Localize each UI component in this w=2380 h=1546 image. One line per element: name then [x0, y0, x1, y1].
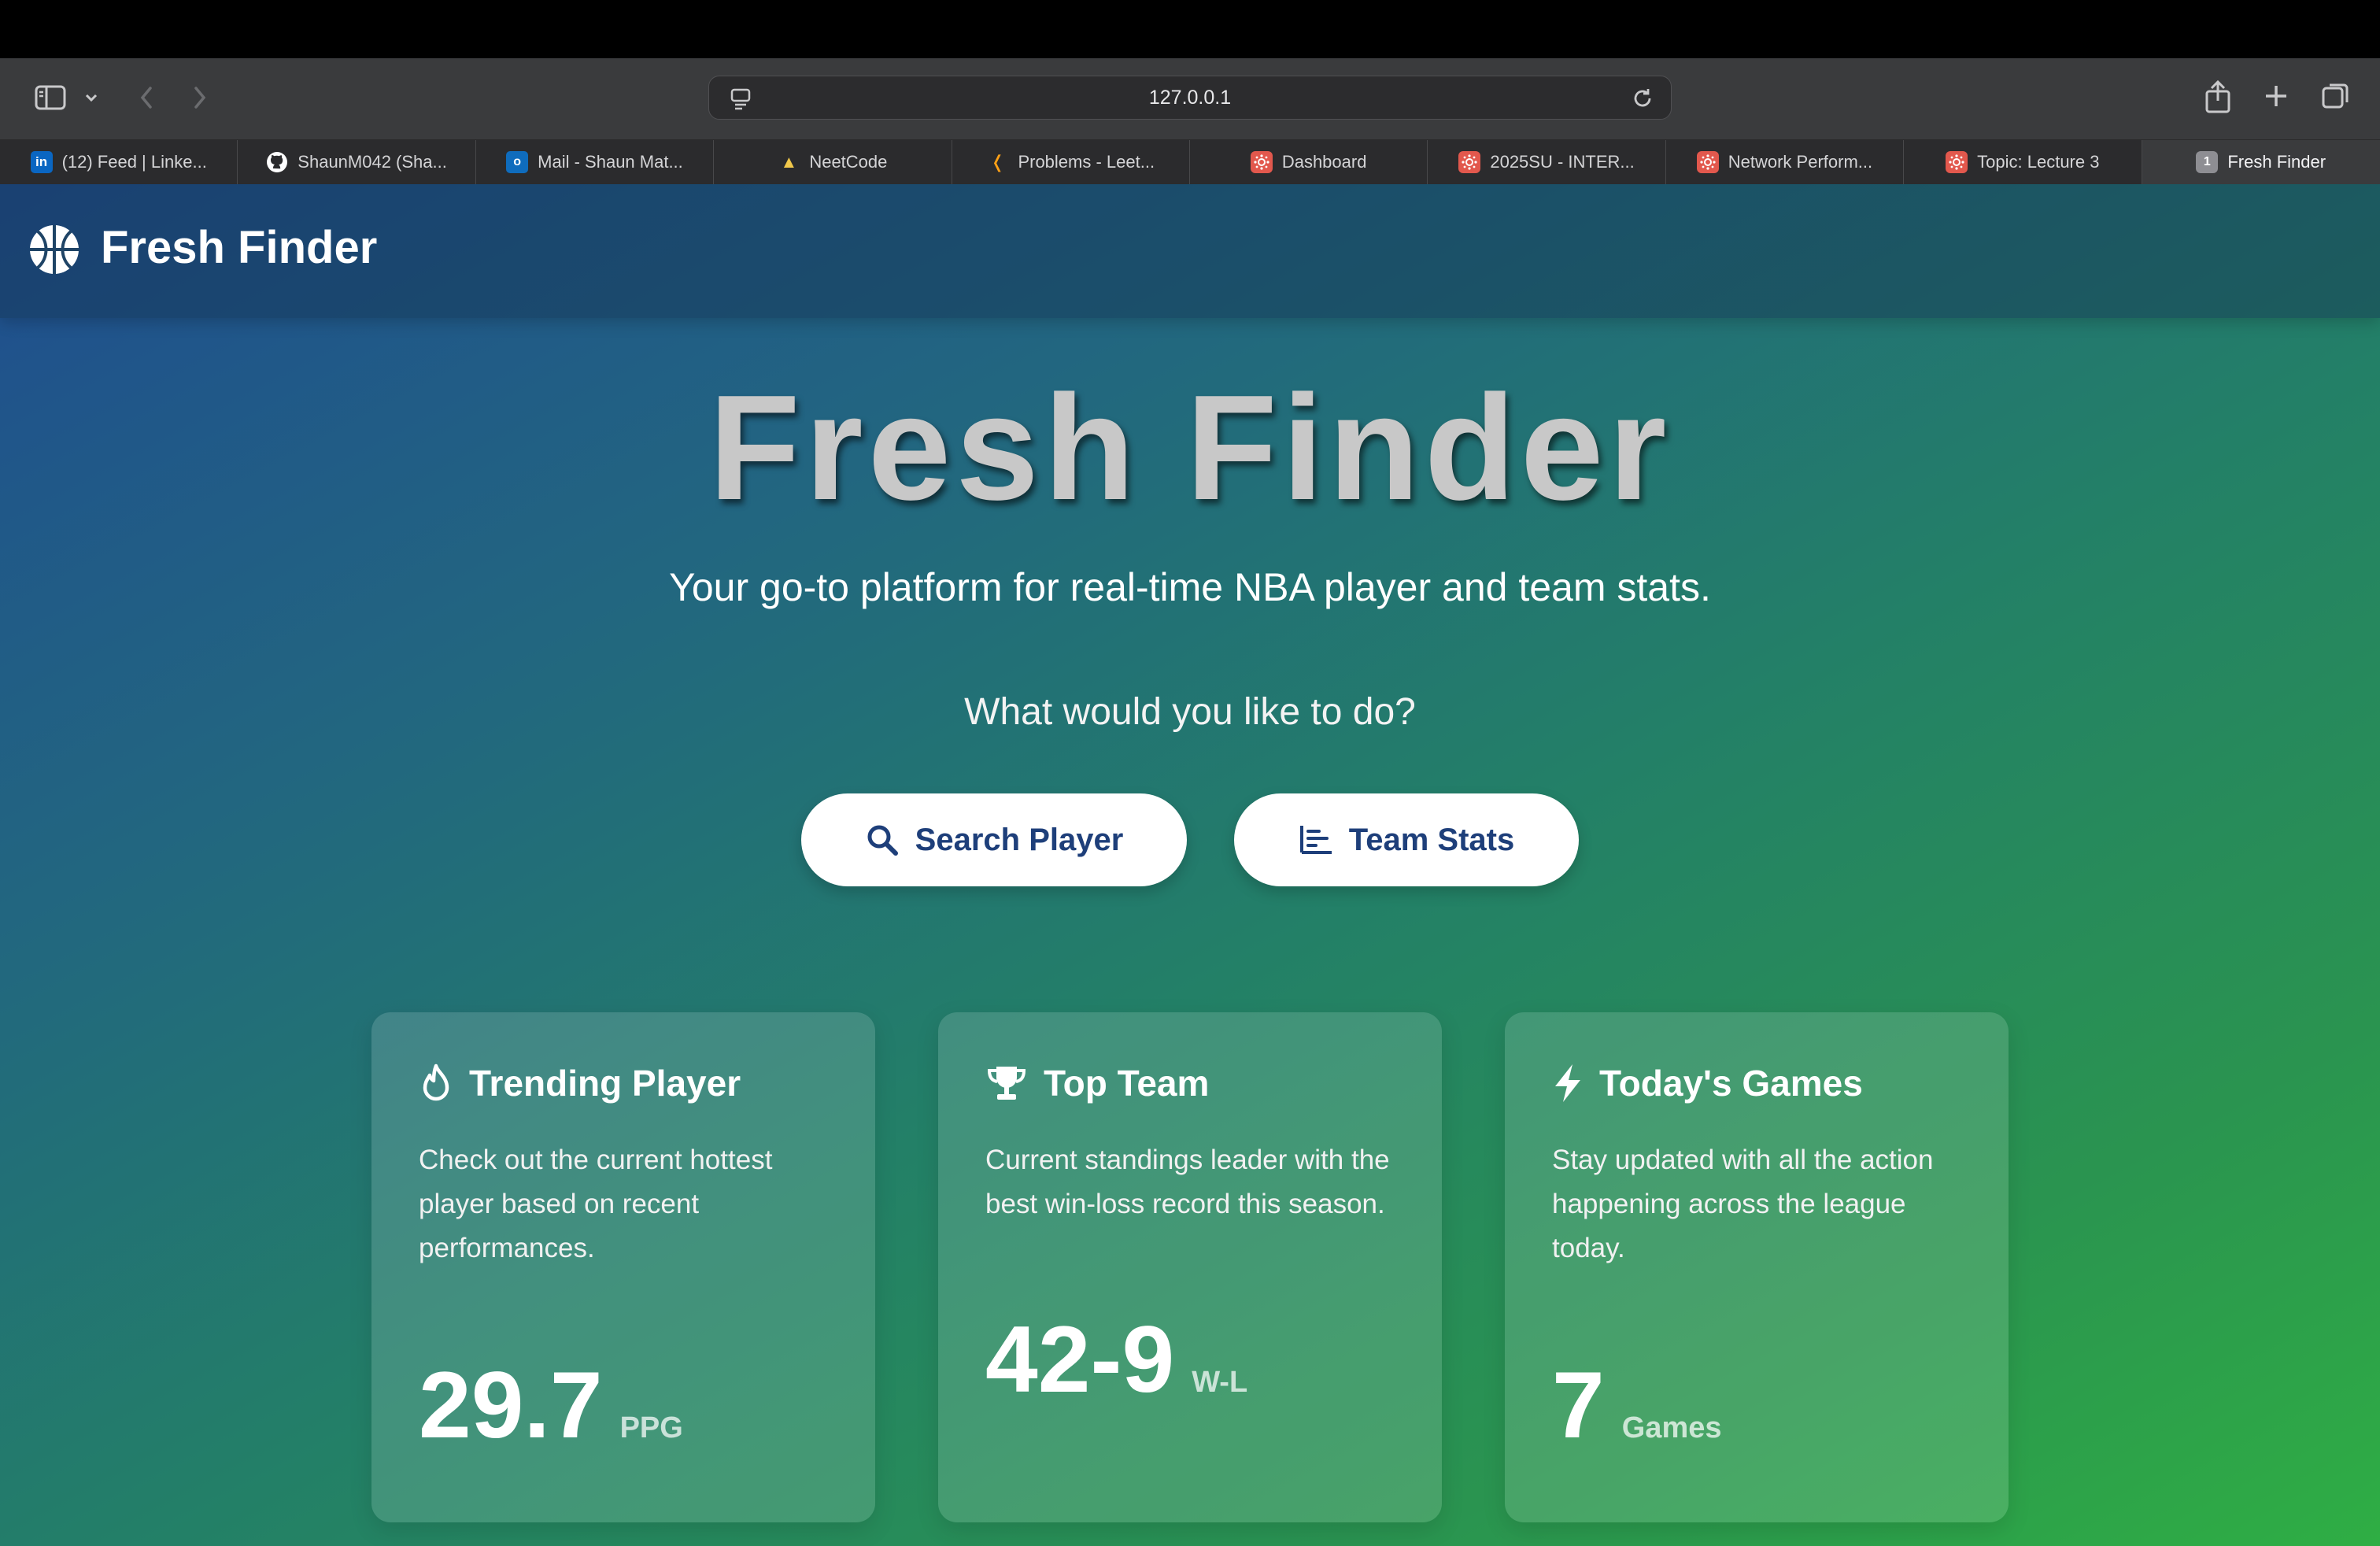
- forward-arrow-icon[interactable]: [183, 79, 217, 117]
- browser-tab[interactable]: in (12) Feed | Linke...: [0, 140, 238, 184]
- trophy-icon: [985, 1064, 1028, 1102]
- url-text[interactable]: 127.0.0.1: [709, 76, 1671, 119]
- page-content: Fresh Finder Fresh Finder Your go-to pla…: [0, 184, 2380, 1546]
- browser-tab[interactable]: o Mail - Shaun Mat...: [476, 140, 715, 184]
- tab-label: Dashboard: [1281, 152, 1367, 172]
- fire-icon: [419, 1063, 453, 1103]
- hero-title: Fresh Finder: [708, 364, 1672, 531]
- menu-bar-area: [0, 0, 2380, 58]
- team-stats-label: Team Stats: [1348, 822, 1515, 857]
- card-stat: 42-9 W-L: [985, 1308, 1247, 1411]
- card-description: Current standings leader with the best w…: [985, 1145, 1390, 1219]
- top-team-card: Top Team Current standings leader with t…: [938, 1012, 1442, 1522]
- back-arrow-icon[interactable]: [129, 79, 164, 117]
- tab-label: Network Perform...: [1728, 152, 1873, 172]
- trending-player-card: Trending Player Check out the current ho…: [371, 1012, 875, 1522]
- tab-label: Problems - Leet...: [1018, 152, 1155, 172]
- team-stats-button[interactable]: Team Stats: [1234, 793, 1579, 886]
- browser-tab[interactable]: ▲ NeetCode: [714, 140, 952, 184]
- stat-unit: W-L: [1192, 1366, 1248, 1399]
- tab-label: (12) Feed | Linke...: [61, 152, 207, 172]
- browser-tab[interactable]: Topic: Lecture 3: [1904, 140, 2142, 184]
- chevron-down-icon[interactable]: [79, 85, 104, 110]
- card-stat: 7 Games: [1552, 1354, 1722, 1456]
- stat-unit: Games: [1621, 1411, 1722, 1444]
- browser-tab[interactable]: 2025SU - INTER...: [1428, 140, 1666, 184]
- new-tab-plus-icon[interactable]: [2259, 77, 2293, 115]
- outlook-icon: o: [506, 151, 529, 173]
- browser-toolbar: 127.0.0.1: [0, 58, 2380, 140]
- search-player-button[interactable]: Search Player: [801, 793, 1187, 886]
- tab-number-icon: 1: [2196, 151, 2219, 173]
- tab-label: ShaunM042 (Sha...: [298, 152, 447, 172]
- browser-tab[interactable]: Network Perform...: [1666, 140, 1905, 184]
- card-title: Today's Games: [1599, 1063, 1863, 1104]
- stat-value: 42-9: [985, 1307, 1175, 1412]
- site-navbar: Fresh Finder: [0, 184, 2380, 318]
- canvas-icon: [1250, 151, 1273, 173]
- github-icon: [266, 151, 288, 173]
- canvas-icon: [1696, 151, 1719, 173]
- card-header: Today's Games: [1552, 1060, 1863, 1107]
- browser-tab[interactable]: ShaunM042 (Sha...: [238, 140, 476, 184]
- tab-label: Fresh Finder: [2227, 152, 2326, 172]
- tab-label: NeetCode: [809, 152, 888, 172]
- search-icon: [865, 823, 900, 857]
- tab-label: Mail - Shaun Mat...: [538, 152, 683, 172]
- brand-name[interactable]: Fresh Finder: [101, 220, 377, 276]
- stat-value: 7: [1552, 1352, 1605, 1458]
- tab-overview-icon[interactable]: [2317, 77, 2355, 115]
- reload-icon[interactable]: [1630, 86, 1655, 111]
- stat-unit: PPG: [619, 1411, 683, 1444]
- rocket-icon: ▲: [780, 152, 798, 172]
- browser-tab[interactable]: ❬ Problems - Leet...: [952, 140, 1190, 184]
- todays-games-card: Today's Games Stay updated with all the …: [1505, 1012, 2009, 1522]
- canvas-icon: [1946, 151, 1968, 173]
- card-description: Check out the current hottest player bas…: [419, 1145, 773, 1263]
- card-title: Trending Player: [469, 1063, 741, 1104]
- basketball-icon[interactable]: [28, 224, 80, 276]
- card-title: Top Team: [1044, 1063, 1210, 1104]
- bar-chart-icon: [1299, 824, 1333, 856]
- address-bar[interactable]: 127.0.0.1: [708, 76, 1672, 120]
- tab-bar: in (12) Feed | Linke... ShaunM042 (Sha..…: [0, 140, 2380, 184]
- canvas-icon: [1458, 151, 1481, 173]
- search-player-label: Search Player: [915, 822, 1124, 857]
- linkedin-icon: in: [30, 151, 53, 173]
- stat-value: 29.7: [419, 1352, 603, 1458]
- hero-subtitle: Your go-to platform for real-time NBA pl…: [669, 565, 1711, 609]
- card-header: Trending Player: [419, 1060, 741, 1107]
- browser-tab[interactable]: Dashboard: [1190, 140, 1428, 184]
- card-header: Top Team: [985, 1060, 1209, 1107]
- bolt-icon: [1552, 1063, 1584, 1104]
- tab-label: Topic: Lecture 3: [1977, 152, 2100, 172]
- share-icon[interactable]: [2201, 76, 2235, 117]
- card-description: Stay updated with all the action happeni…: [1552, 1145, 1934, 1263]
- sidebar-toggle-icon[interactable]: [28, 79, 72, 117]
- tab-label: 2025SU - INTER...: [1490, 152, 1635, 172]
- hero-question: What would you like to do?: [964, 691, 1416, 733]
- browser-tab-active[interactable]: 1 Fresh Finder: [2142, 140, 2380, 184]
- card-stat: 29.7 PPG: [419, 1354, 683, 1456]
- leetcode-icon: ❬: [990, 152, 1005, 172]
